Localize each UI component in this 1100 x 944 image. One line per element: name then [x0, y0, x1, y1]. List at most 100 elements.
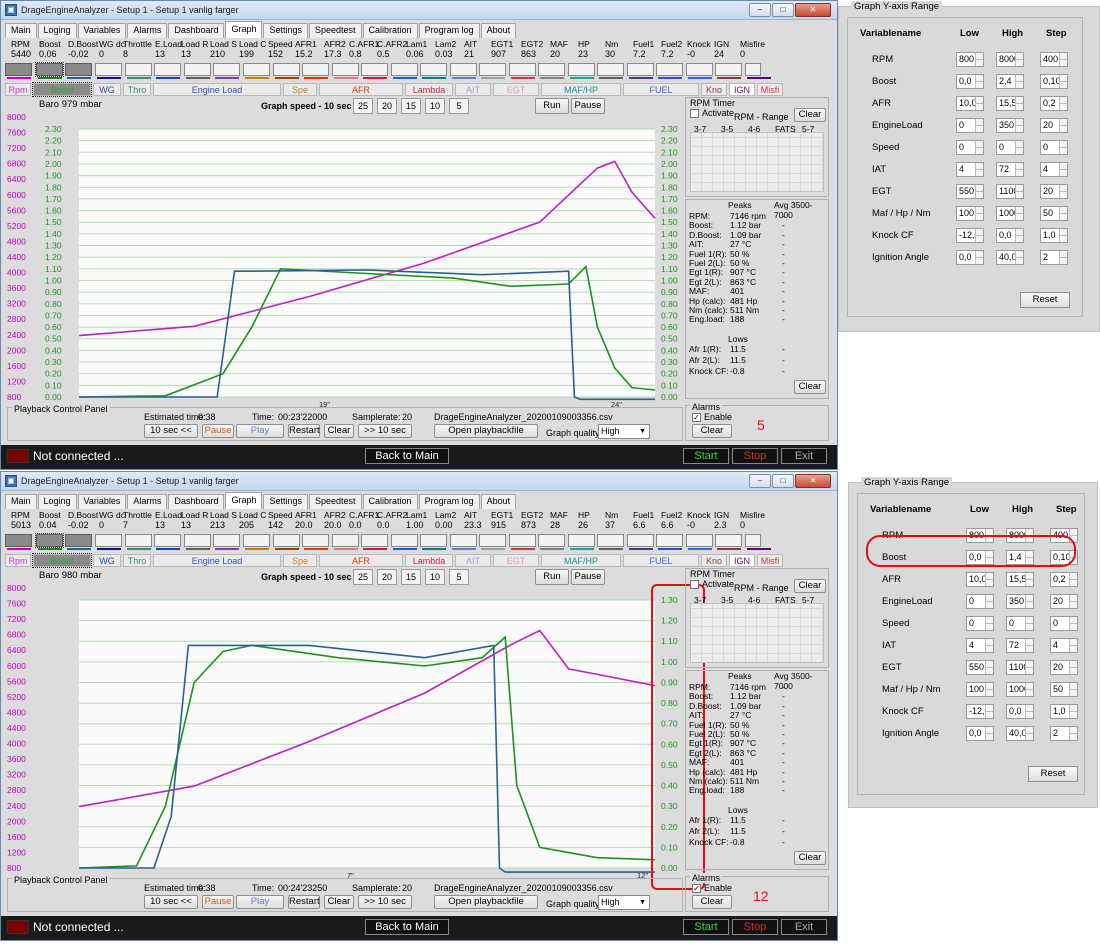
speed-button-25[interactable]: 25: [353, 98, 373, 114]
y-axis-step-input[interactable]: 2: [1040, 250, 1068, 265]
variable-toggle-button[interactable]: [361, 534, 388, 547]
y-axis-step-input[interactable]: 0: [1050, 616, 1078, 631]
y-axis-step-input[interactable]: 1,0: [1040, 228, 1068, 243]
variable-toggle-button[interactable]: [686, 534, 713, 547]
group-button-rpm[interactable]: Rpm: [5, 83, 31, 96]
variable-toggle-button[interactable]: [686, 63, 713, 76]
close-button[interactable]: ✕: [795, 3, 831, 17]
graph-quality-select[interactable]: High ▼: [598, 424, 650, 439]
playback-button-play[interactable]: Play: [236, 424, 284, 438]
exit-button[interactable]: Exit: [781, 448, 827, 464]
playback-button-10sec[interactable]: >> 10 sec: [358, 895, 412, 909]
y-axis-low-input[interactable]: 550: [956, 184, 984, 199]
group-button-thro[interactable]: Thro: [123, 83, 151, 96]
variable-toggle-button[interactable]: [332, 534, 359, 547]
group-button-ign[interactable]: IGN: [729, 83, 755, 96]
enable-checkbox[interactable]: ✓: [692, 884, 701, 893]
variable-toggle-button[interactable]: [420, 534, 447, 547]
variable-toggle-button[interactable]: [95, 534, 122, 547]
y-axis-low-input[interactable]: 0: [966, 616, 994, 631]
tab-about[interactable]: About: [480, 494, 517, 509]
y-axis-low-input[interactable]: -12,0: [956, 228, 984, 243]
y-axis-high-input[interactable]: 1100: [1006, 660, 1034, 675]
playback-button-restart[interactable]: Restart: [288, 895, 320, 909]
start-button[interactable]: Start: [683, 919, 729, 935]
y-axis-high-input[interactable]: 0,0: [996, 228, 1024, 243]
y-axis-reset-button[interactable]: Reset: [1020, 292, 1070, 308]
start-button[interactable]: Start: [683, 448, 729, 464]
enable-checkbox[interactable]: ✓: [692, 413, 701, 422]
maximize-button[interactable]: □: [772, 474, 794, 488]
tab-variables[interactable]: Variables: [77, 494, 127, 509]
alarms-clear-button[interactable]: Clear: [692, 895, 732, 909]
pause-button[interactable]: Pause: [571, 569, 605, 585]
variable-toggle-button[interactable]: [125, 534, 152, 547]
variable-toggle-button[interactable]: [243, 63, 270, 76]
y-axis-high-input[interactable]: 40,0: [1006, 726, 1034, 741]
y-axis-high-input[interactable]: 72: [996, 162, 1024, 177]
group-button-spe[interactable]: Spe: [283, 554, 317, 567]
y-axis-low-input[interactable]: 800: [956, 52, 984, 67]
tab-calibration[interactable]: Calibration: [362, 23, 418, 38]
peaks-clear-button[interactable]: Clear: [794, 380, 826, 394]
tab-settings[interactable]: Settings: [263, 494, 308, 509]
variable-toggle-button[interactable]: [125, 63, 152, 76]
variable-toggle-button[interactable]: [5, 534, 32, 547]
y-axis-step-input[interactable]: 400: [1040, 52, 1068, 67]
group-button-afr[interactable]: AFR: [319, 554, 403, 567]
y-axis-step-input[interactable]: 20: [1040, 184, 1068, 199]
y-axis-high-input[interactable]: 1100: [996, 184, 1024, 199]
y-axis-step-input[interactable]: 20: [1050, 660, 1078, 675]
y-axis-high-input[interactable]: 0,0: [1006, 704, 1034, 719]
y-axis-high-input[interactable]: 350: [1006, 594, 1034, 609]
speed-button-5[interactable]: 5: [449, 98, 469, 114]
variable-toggle-button[interactable]: [213, 63, 240, 76]
variable-toggle-button[interactable]: [509, 534, 536, 547]
group-button-ait[interactable]: AIT: [455, 83, 491, 96]
y-axis-low-input[interactable]: 10,0: [956, 96, 984, 111]
playback-button-10sec[interactable]: >> 10 sec: [358, 424, 412, 438]
variable-toggle-button[interactable]: [273, 534, 300, 547]
tab-dashboard[interactable]: Dashboard: [168, 494, 225, 509]
variable-toggle-button[interactable]: [568, 534, 595, 547]
variable-toggle-button[interactable]: [627, 63, 654, 76]
y-axis-reset-button[interactable]: Reset: [1028, 766, 1078, 782]
variable-toggle-button[interactable]: [184, 534, 211, 547]
y-axis-low-input[interactable]: 550: [966, 660, 994, 675]
group-button-kno[interactable]: Kno: [701, 554, 727, 567]
group-button-mafhp[interactable]: MAF/HP: [541, 554, 621, 567]
group-button-fuel[interactable]: FUEL: [623, 83, 699, 96]
group-button-wg[interactable]: WG: [93, 83, 121, 96]
variable-toggle-button[interactable]: [95, 63, 122, 76]
maximize-button[interactable]: □: [772, 3, 794, 17]
speed-button-20[interactable]: 20: [377, 569, 397, 585]
speed-button-10[interactable]: 10: [425, 98, 445, 114]
y-axis-high-input[interactable]: 0: [1006, 616, 1034, 631]
group-button-boost[interactable]: Boost: [32, 553, 92, 568]
group-button-lambda[interactable]: Lambda: [405, 83, 453, 96]
tab-graph[interactable]: Graph: [225, 21, 263, 38]
variable-toggle-button[interactable]: [35, 533, 64, 548]
tab-settings[interactable]: Settings: [263, 23, 308, 38]
y-axis-low-input[interactable]: 0: [966, 594, 994, 609]
playback-button-10sec[interactable]: 10 sec <<: [144, 895, 198, 909]
variable-toggle-button[interactable]: [745, 63, 761, 76]
group-button-engineload[interactable]: Engine Load: [153, 554, 281, 567]
back-to-main-button[interactable]: Back to Main: [365, 919, 449, 935]
playback-button-play[interactable]: Play: [236, 895, 284, 909]
playback-button-10sec[interactable]: 10 sec <<: [144, 424, 198, 438]
speed-button-15[interactable]: 15: [401, 98, 421, 114]
group-button-fuel[interactable]: FUEL: [623, 554, 699, 567]
y-axis-step-input[interactable]: 50: [1050, 682, 1078, 697]
group-button-wg[interactable]: WG: [93, 554, 121, 567]
variable-toggle-button[interactable]: [5, 63, 32, 76]
rpm-timer-clear-button[interactable]: Clear: [794, 108, 826, 122]
group-button-egt[interactable]: EGT: [493, 554, 539, 567]
variable-toggle-button[interactable]: [213, 534, 240, 547]
y-axis-step-input[interactable]: 20: [1050, 594, 1078, 609]
y-axis-high-input[interactable]: 2,4: [996, 74, 1024, 89]
y-axis-low-input[interactable]: 0: [956, 140, 984, 155]
group-button-ign[interactable]: IGN: [729, 554, 755, 567]
group-button-afr[interactable]: AFR: [319, 83, 403, 96]
tab-graph[interactable]: Graph: [225, 492, 263, 509]
